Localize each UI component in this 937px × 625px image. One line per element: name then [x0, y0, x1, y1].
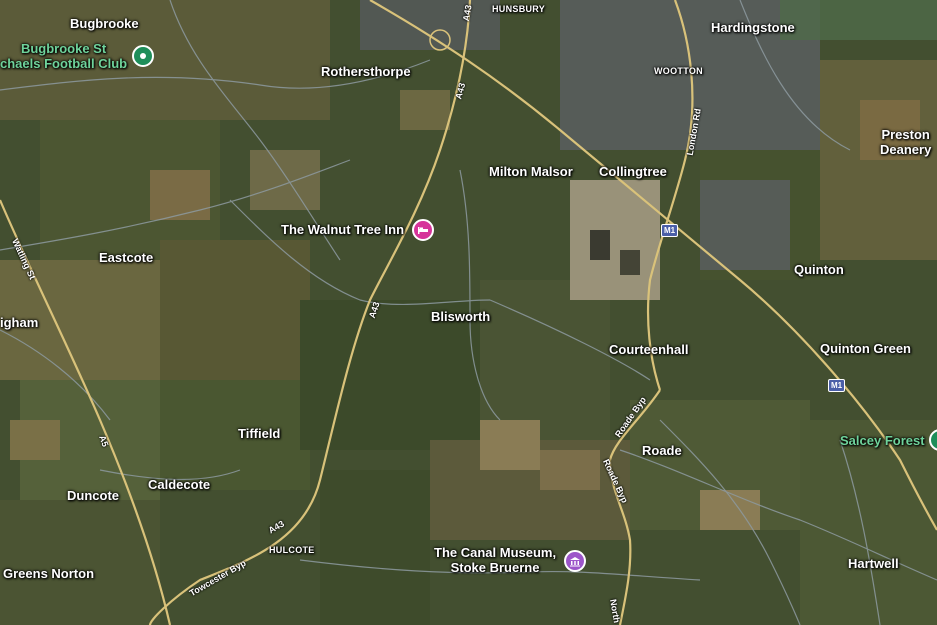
hotel-pin-icon[interactable]: [412, 219, 434, 241]
place-label: HUNSBURY: [492, 4, 546, 14]
place-label: igham: [0, 315, 39, 330]
place-label: HULCOTE: [269, 545, 315, 555]
place-label: Quinton: [794, 262, 844, 277]
poi-label-canal-museum[interactable]: The Canal Museum, Stoke Bruerne: [434, 545, 556, 576]
place-label: Milton Malsor: [489, 164, 573, 179]
place-label: Eastcote: [99, 250, 154, 265]
place-label: Rothersthorpe: [321, 64, 411, 79]
place-label: Roade: [642, 443, 682, 458]
sports-pin-icon[interactable]: [132, 45, 154, 67]
place-label: Hardingstone: [711, 20, 795, 35]
poi-label-walnut-tree-inn[interactable]: The Walnut Tree Inn: [281, 222, 404, 238]
place-label: Greens Norton: [3, 566, 95, 581]
place-label: Bugbrooke: [70, 16, 139, 31]
map-canvas[interactable]: Bugbrooke Rothersthorpe HUNSBURY Harding…: [0, 0, 937, 625]
place-label: Preston Deanery: [880, 127, 932, 157]
place-label: Quinton Green: [820, 341, 911, 356]
place-label: Tiffield: [238, 426, 281, 441]
place-label: Duncote: [67, 488, 119, 503]
poi-label-football-club[interactable]: Bugbrooke St chaels Football Club: [0, 41, 127, 72]
m1-shield-icon: M1: [661, 224, 679, 237]
place-label: Collingtree: [599, 164, 667, 179]
place-label: Courteenhall: [609, 342, 689, 357]
place-label: Hartwell: [848, 556, 899, 571]
m1-shield-icon: M1: [828, 379, 846, 392]
poi-label-salcey-forest[interactable]: Salcey Forest: [840, 433, 925, 449]
place-label: Blisworth: [431, 309, 491, 324]
place-label: Caldecote: [148, 477, 211, 492]
place-label: WOOTTON: [654, 66, 703, 76]
museum-pin-icon[interactable]: [564, 550, 586, 572]
